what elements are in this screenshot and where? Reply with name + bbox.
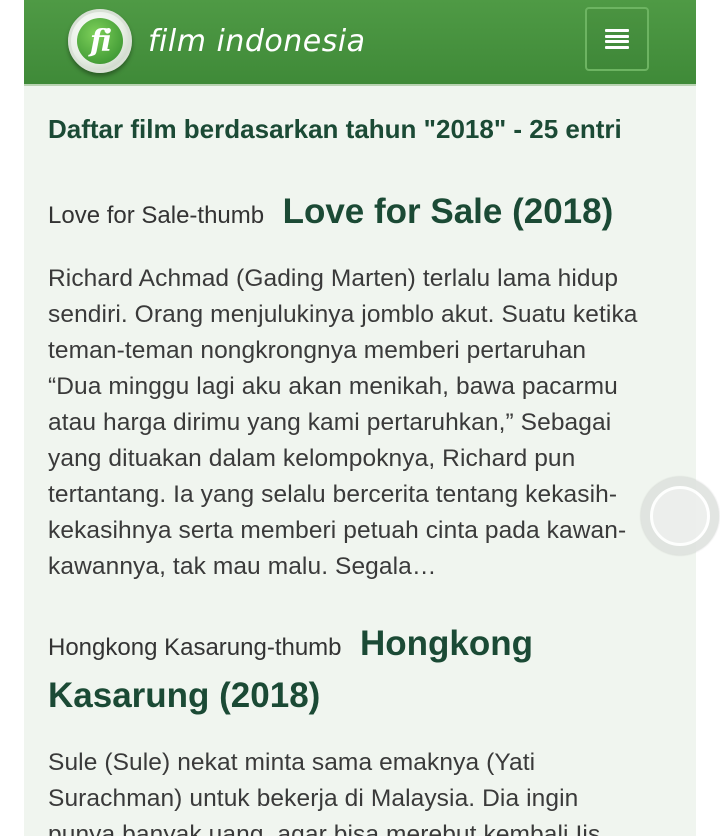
description-line: kekasihnya serta memberi petuah cinta pa…	[48, 517, 627, 544]
entry-title-link[interactable]: Love for Sale (2018)	[283, 192, 614, 231]
description-line: Sule (Sule) nekat minta sama emaknya (Ya…	[48, 749, 536, 776]
description-line: yang dituakan dalam kelompoknya, Richard…	[48, 445, 576, 472]
description-line: tertantang. Ia yang selalu bercerita ten…	[48, 481, 618, 508]
site-header: fi film indonesia	[24, 0, 696, 86]
description-line: Surachman) untuk bekerja di Malaysia. Di…	[48, 785, 579, 812]
page-container: fi film indonesia Daftar film berdasarka…	[24, 0, 696, 836]
entry-thumbnail[interactable]: Hongkong Kasarung-thumb	[48, 634, 342, 661]
page-title: Daftar film berdasarkan tahun "2018" - 2…	[48, 114, 622, 144]
description-line: Richard Achmad (Gading Marten) terlalu l…	[48, 265, 619, 292]
entry-thumbnail[interactable]: Love for Sale-thumb	[48, 202, 264, 229]
logo-letters: fi	[77, 18, 123, 64]
entry-title-link[interactable]: Kasarung (2018)	[48, 676, 320, 715]
description-line: punya banyak uang, agar bisa merebut kem…	[48, 821, 601, 836]
entry-description: Sule (Sule) nekat minta sama emaknya (Ya…	[48, 745, 678, 836]
description-line: “Dua minggu lagi aku akan menikah, bawa …	[48, 373, 618, 400]
entry-heading: Hongkong Kasarung-thumb Hongkong	[48, 624, 533, 664]
menu-button[interactable]	[585, 7, 649, 71]
entry-heading: Love for Sale-thumb Love for Sale (2018)	[48, 192, 613, 232]
entry-title-link[interactable]: Hongkong	[360, 624, 533, 663]
entry-description: Richard Achmad (Gading Marten) terlalu l…	[48, 261, 678, 585]
description-line: kawannya, tak mau malu. Segala…	[48, 553, 437, 580]
entry-heading-continued: Kasarung (2018)	[48, 676, 320, 716]
floating-scroll-handle[interactable]	[641, 477, 719, 555]
scroll-handle-icon	[650, 486, 710, 546]
hamburger-menu-icon	[605, 29, 629, 49]
description-line: sendiri. Orang menjulukinya jomblo akut.…	[48, 301, 638, 328]
site-name: film indonesia	[148, 23, 366, 59]
description-line: teman-teman nongkrongnya memberi pertaru…	[48, 337, 587, 364]
description-line: atau harga dirimu yang kami pertaruhkan,…	[48, 409, 612, 436]
site-logo[interactable]: fi film indonesia	[68, 6, 366, 76]
logo-badge-icon: fi	[68, 9, 132, 73]
